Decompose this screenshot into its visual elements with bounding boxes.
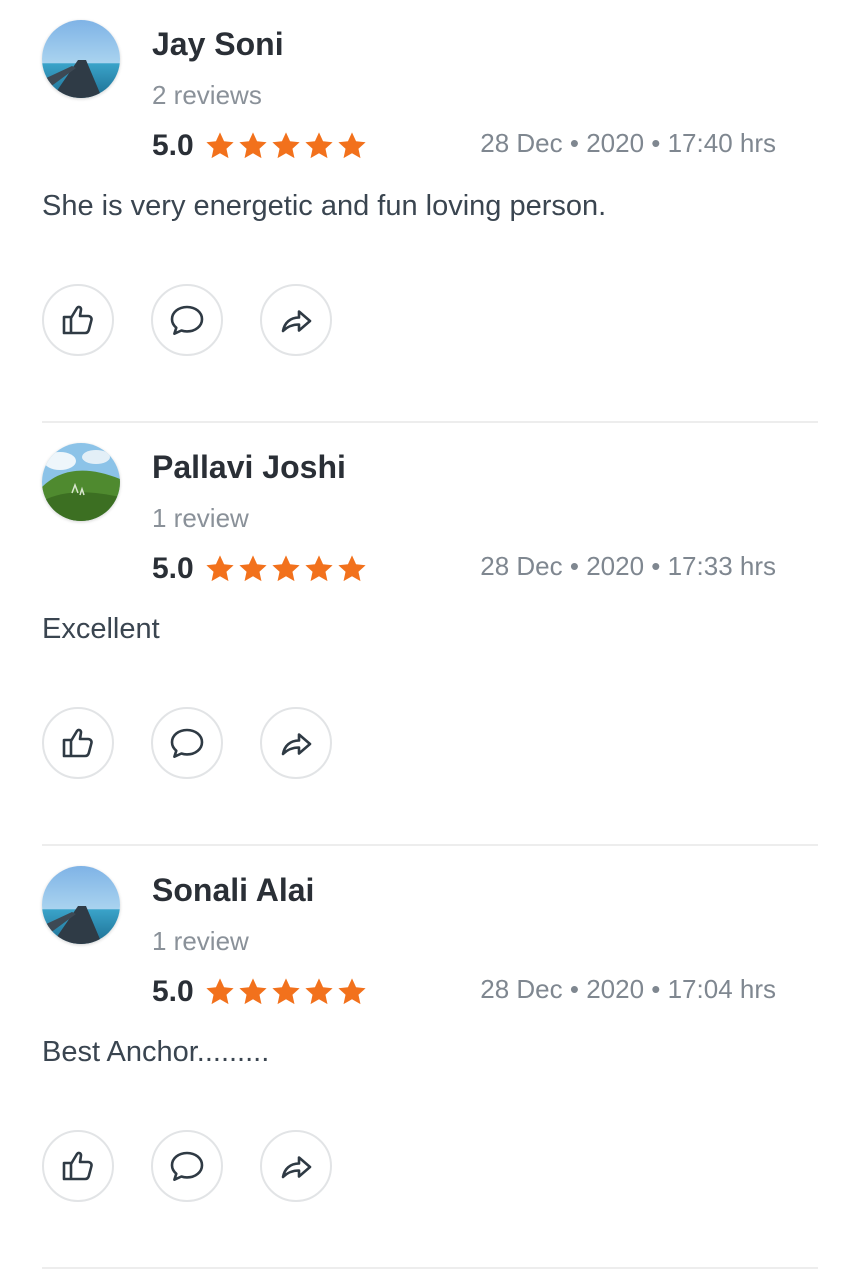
review-count: 1 review [152, 926, 249, 956]
review-timestamp: 28 Dec • 2020 • 17:40 hrs [480, 128, 776, 158]
review-card: Pallavi Joshi 1 review 5.0 28 Dec • 2020… [42, 423, 818, 846]
share-icon [281, 733, 312, 756]
review-actions [42, 1130, 369, 1202]
star-icon [239, 132, 267, 159]
sea-pier-photo [42, 20, 120, 98]
green-hill-photo [42, 443, 120, 521]
star-icon [272, 132, 300, 159]
star-icon [239, 978, 267, 1005]
rating-value: 5.0 [152, 975, 194, 1008]
avatar[interactable] [42, 20, 120, 98]
review-timestamp: 28 Dec • 2020 • 17:33 hrs [480, 551, 776, 581]
share-icon [281, 1156, 312, 1179]
comment-button[interactable] [151, 707, 223, 779]
review-text: Best Anchor......... [42, 1036, 270, 1068]
review-card: Sonali Alai 1 review 5.0 28 Dec • 2020 •… [42, 846, 818, 1269]
star-icon [272, 555, 300, 582]
review-list: Jay Soni 2 reviews 5.0 28 Dec • 2020 • 1… [0, 0, 850, 1280]
star-rating [204, 130, 369, 162]
rating-row: 5.0 [152, 126, 369, 166]
review-count: 1 review [152, 503, 249, 533]
comment-icon [170, 728, 204, 758]
share-button[interactable] [260, 1130, 332, 1202]
review-text: She is very energetic and fun loving per… [42, 190, 607, 222]
like-button[interactable] [42, 1130, 114, 1202]
sea-pier-photo [42, 866, 120, 944]
star-icon [305, 132, 333, 159]
rating-value: 5.0 [152, 129, 194, 162]
rating-row: 5.0 [152, 972, 369, 1012]
comment-button[interactable] [151, 1130, 223, 1202]
star-icon [338, 132, 366, 159]
star-icon [239, 555, 267, 582]
comment-button[interactable] [151, 284, 223, 356]
comment-icon [170, 305, 204, 335]
thumbs-up-icon [62, 728, 93, 758]
share-icon [281, 310, 312, 333]
star-rating [204, 553, 369, 585]
review-text: Excellent [42, 613, 160, 645]
share-button[interactable] [260, 284, 332, 356]
reviewer-name[interactable]: Sonali Alai [152, 872, 314, 909]
comment-icon [170, 1151, 204, 1181]
share-button[interactable] [260, 707, 332, 779]
like-button[interactable] [42, 284, 114, 356]
star-icon [305, 555, 333, 582]
star-icon [338, 555, 366, 582]
star-rating [204, 976, 369, 1008]
avatar[interactable] [42, 866, 120, 944]
review-card: Jay Soni 2 reviews 5.0 28 Dec • 2020 • 1… [42, 0, 818, 423]
review-count: 2 reviews [152, 80, 262, 110]
star-icon [206, 132, 234, 159]
star-icon [305, 978, 333, 1005]
star-icon [272, 978, 300, 1005]
reviewer-name[interactable]: Pallavi Joshi [152, 449, 346, 486]
star-icon [206, 555, 234, 582]
rating-value: 5.0 [152, 552, 194, 585]
review-actions [42, 284, 369, 356]
star-icon [206, 978, 234, 1005]
reviewer-name[interactable]: Jay Soni [152, 26, 284, 63]
thumbs-up-icon [62, 305, 93, 335]
review-actions [42, 707, 369, 779]
review-timestamp: 28 Dec • 2020 • 17:04 hrs [480, 974, 776, 1004]
like-button[interactable] [42, 707, 114, 779]
rating-row: 5.0 [152, 549, 369, 589]
thumbs-up-icon [62, 1151, 93, 1181]
star-icon [338, 978, 366, 1005]
avatar[interactable] [42, 443, 120, 521]
